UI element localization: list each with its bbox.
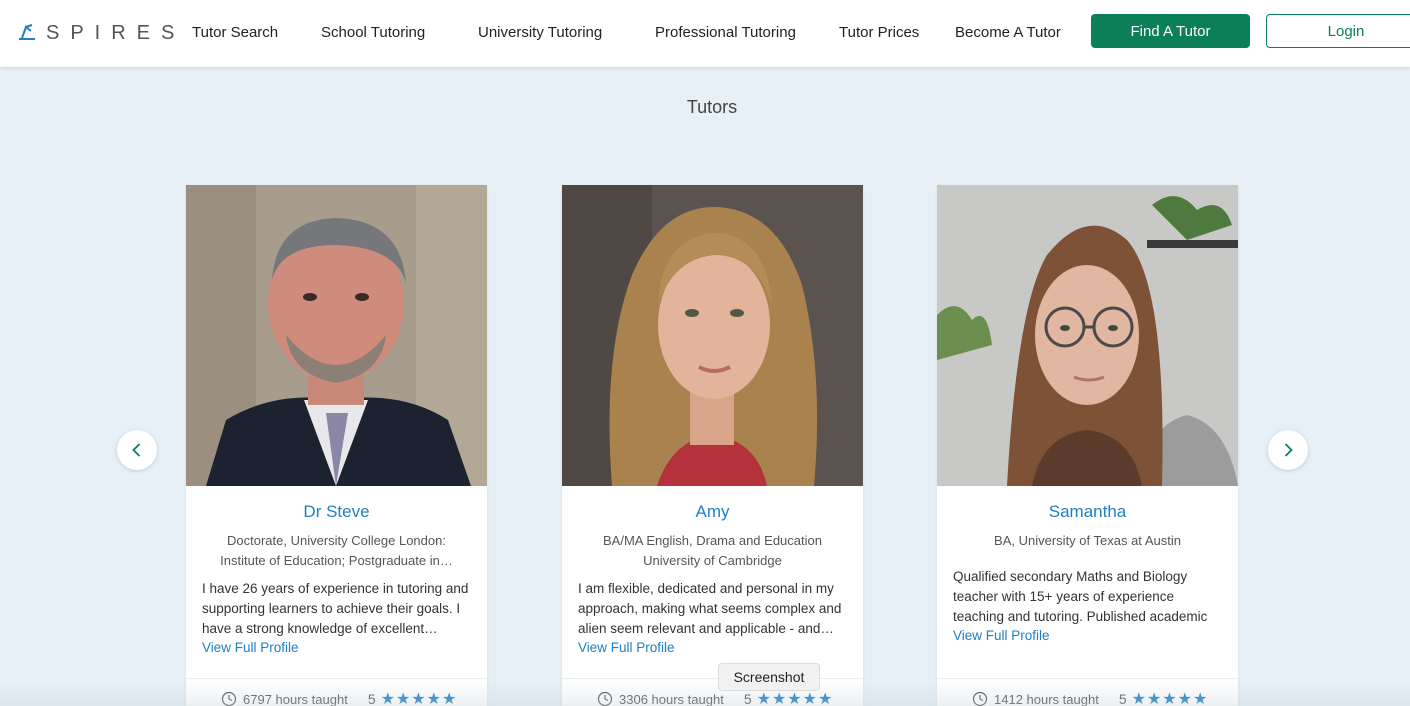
star-rating-icon: ★★★★★ xyxy=(380,691,458,706)
tutor-bio: Qualified secondary Maths and Biology te… xyxy=(953,569,1208,624)
tutor-qualification: BA, University of Texas at Austin xyxy=(994,533,1181,548)
tutor-photo[interactable] xyxy=(186,185,487,486)
login-button[interactable]: Login xyxy=(1266,14,1410,48)
nav-become-a-tutor[interactable]: Become A Tutor xyxy=(955,24,1061,41)
clock-icon xyxy=(972,691,988,706)
nav-professional-tutoring[interactable]: Professional Tutoring xyxy=(655,24,796,41)
tutor-bio: I am flexible, dedicated and personal in… xyxy=(578,581,842,636)
rating-value: 5 xyxy=(743,691,752,706)
logo-text: SPIRES xyxy=(46,21,186,44)
logo-mark-icon xyxy=(19,24,35,40)
clock-icon xyxy=(597,691,613,706)
tutor-name[interactable]: Dr Steve xyxy=(186,502,487,522)
site-header: SPIRES Tutor Search School Tutoring Univ… xyxy=(0,0,1410,67)
find-a-tutor-button[interactable]: Find A Tutor xyxy=(1091,14,1250,48)
view-full-profile-link[interactable]: View Full Profile xyxy=(578,640,675,655)
spires-logo[interactable]: SPIRES xyxy=(16,20,185,46)
hours-taught: 6797 hours taught xyxy=(243,691,348,706)
nav-school-tutoring[interactable]: School Tutoring xyxy=(321,24,425,41)
card-divider xyxy=(937,678,1238,679)
tutor-stats: 3306 hours taught 5 ★★★★★ xyxy=(597,689,833,706)
clock-icon xyxy=(221,691,237,706)
rating-value: 5 xyxy=(1118,691,1127,706)
tutor-card: Samantha BA, University of Texas at Aust… xyxy=(937,185,1238,706)
tutor-bio: I have 26 years of experience in tutorin… xyxy=(202,581,469,636)
tutor-photo[interactable] xyxy=(562,185,863,486)
tutor-stats: 1412 hours taught 5 ★★★★★ xyxy=(972,689,1208,706)
nav-university-tutoring[interactable]: University Tutoring xyxy=(478,24,602,41)
tutor-card: Dr Steve Doctorate, University College L… xyxy=(186,185,487,706)
tutor-card: Amy BA/MA English, Drama and Education U… xyxy=(562,185,863,706)
tutor-qualification: Doctorate, University College London: In… xyxy=(220,533,453,568)
view-full-profile-link[interactable]: View Full Profile xyxy=(202,640,299,655)
rating-value: 5 xyxy=(367,691,376,706)
view-full-profile-link[interactable]: View Full Profile xyxy=(953,628,1050,643)
star-rating-icon: ★★★★★ xyxy=(756,691,834,706)
nav-tutor-search[interactable]: Tutor Search xyxy=(192,24,278,41)
carousel-prev-button[interactable] xyxy=(117,430,157,470)
carousel-next-button[interactable] xyxy=(1268,430,1308,470)
star-rating-icon: ★★★★★ xyxy=(1131,691,1209,706)
chevron-left-icon xyxy=(132,443,141,457)
tutor-name[interactable]: Samantha xyxy=(937,502,1238,522)
tutor-qualification: BA/MA English, Drama and Education Unive… xyxy=(603,533,822,568)
hours-taught: 1412 hours taught xyxy=(994,691,1099,706)
card-divider xyxy=(186,678,487,679)
tutor-stats: 6797 hours taught 5 ★★★★★ xyxy=(221,689,457,706)
screenshot-tooltip: Screenshot xyxy=(718,663,820,691)
hours-taught: 3306 hours taught xyxy=(619,691,724,706)
tutor-name[interactable]: Amy xyxy=(562,502,863,522)
nav-tutor-prices[interactable]: Tutor Prices xyxy=(839,24,919,41)
chevron-right-icon xyxy=(1284,443,1293,457)
tutor-photo[interactable] xyxy=(937,185,1238,486)
section-title: Tutors xyxy=(686,97,738,117)
